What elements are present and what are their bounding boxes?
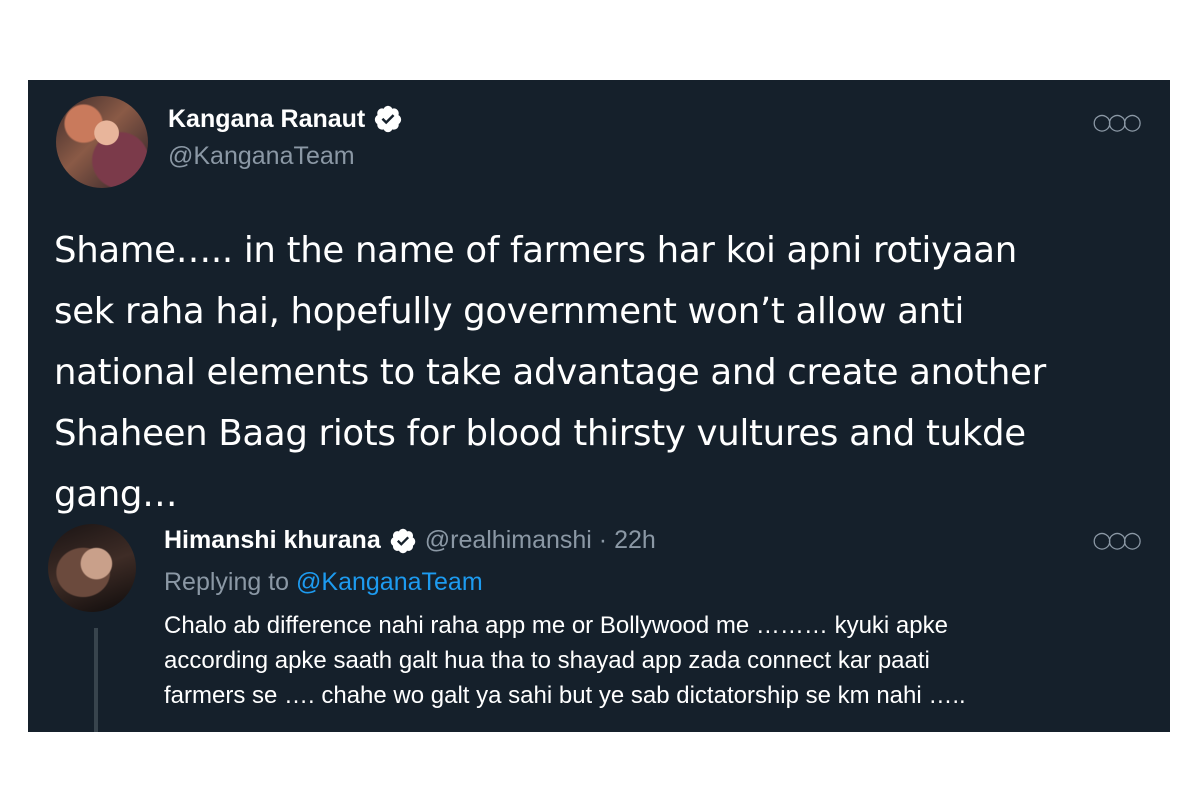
tweet-card: Kangana Ranaut @KanganaTeam ○○○ Shame…..… (28, 80, 1170, 732)
reply-author-name[interactable]: Himanshi khurana (164, 526, 381, 555)
author-handle[interactable]: @KanganaTeam (168, 142, 355, 171)
author-name-row: Kangana Ranaut (168, 104, 403, 134)
author-avatar[interactable] (56, 96, 148, 188)
replying-to-link[interactable]: @KanganaTeam (296, 568, 483, 596)
author-name[interactable]: Kangana Ranaut (168, 105, 365, 134)
replying-to: Replying to @KanganaTeam (164, 568, 483, 597)
tweet-text: Shame….. in the name of farmers har koi … (54, 230, 1046, 515)
reply-author-avatar[interactable] (48, 524, 136, 612)
thread-line (94, 628, 98, 732)
verified-badge-icon (375, 105, 402, 133)
replying-to-label: Replying to (164, 568, 290, 596)
more-horizontal-icon[interactable]: ○○○ (1092, 110, 1142, 135)
more-horizontal-icon[interactable]: ○○○ (1092, 528, 1142, 553)
reply-header: Himanshi khurana @realhimanshi · 22h (164, 526, 656, 555)
verified-badge-icon (390, 528, 415, 553)
reply-text: Chalo ab difference nahi raha app me or … (164, 612, 966, 709)
reply-author-handle[interactable]: @realhimanshi · 22h (425, 526, 656, 555)
